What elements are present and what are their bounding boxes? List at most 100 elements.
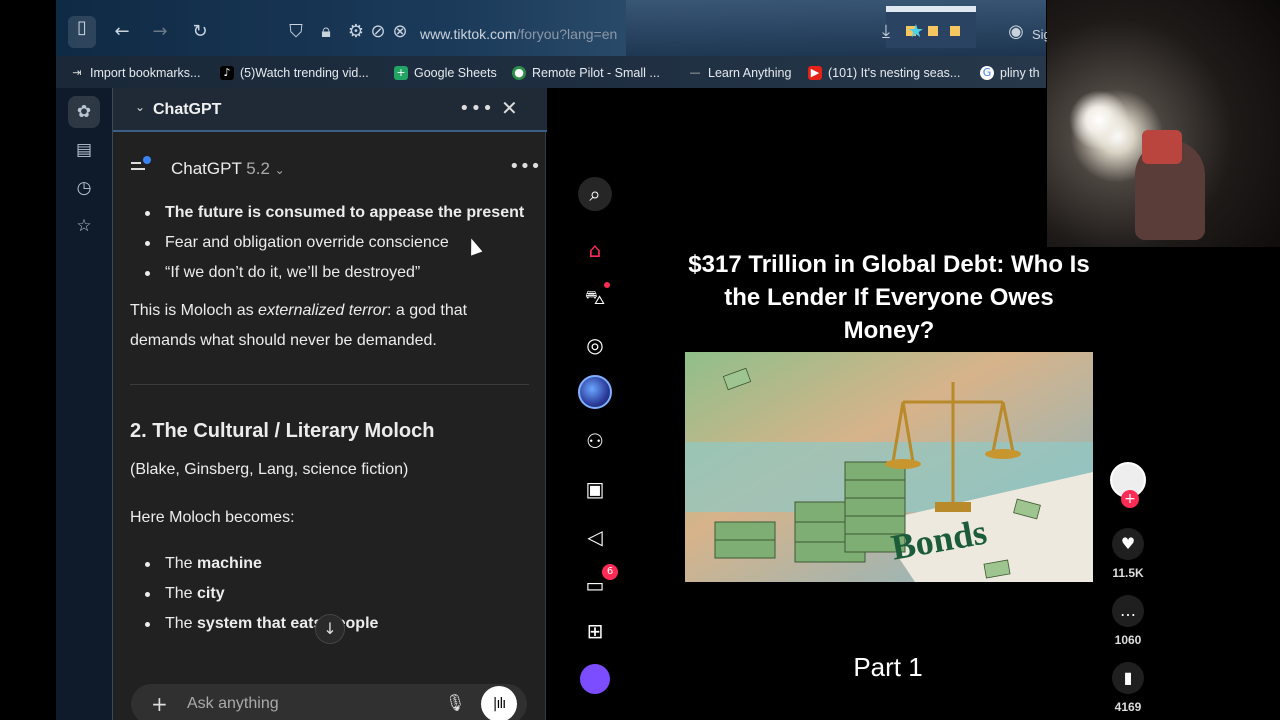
tiktok-favicon-icon: ♪ [220, 66, 234, 80]
divider [130, 384, 529, 385]
back-icon[interactable]: ← [110, 20, 134, 44]
bookmark-label: (5)Watch trending vid... [240, 66, 369, 80]
voice-mode-button[interactable]: |ılı [481, 686, 517, 720]
theme-house-graphic [886, 6, 976, 48]
following-icon[interactable]: ⚇ [578, 424, 612, 458]
sidebar-toggle-icon[interactable]: ▯ [68, 16, 96, 48]
mic-blocked-icon[interactable]: ⊗ [388, 20, 412, 44]
video-title: $317 Trillion in Global Debt: Who Is the… [688, 251, 1090, 344]
close-icon[interactable]: ✕ [501, 96, 518, 120]
add-attachment-icon[interactable]: + [151, 692, 168, 716]
bonds-illustration: Bonds [685, 352, 1093, 582]
chat-more-icon[interactable]: ••• [509, 156, 541, 177]
composer-input[interactable]: Ask anything [187, 695, 279, 713]
bookmark-learn-anything[interactable]: — Learn Anything [688, 64, 792, 82]
chatgpt-panel: ⌄ ChatGPT ••• ✕ ChatGPT 5.2 ⌄ ••• The fu… [112, 88, 547, 720]
creator-avatar[interactable]: + [1110, 462, 1146, 508]
extension-star-icon[interactable]: ★ [904, 20, 928, 44]
reader-icon[interactable]: ▤ [68, 134, 100, 166]
list-item-bold: system that eats people [197, 615, 379, 632]
bookmarks-bar: ⇥ Import bookmarks... ♪ (5)Watch trending … [56, 56, 1046, 88]
composer[interactable]: + Ask anything 🎙︎ |ılı [131, 684, 527, 720]
live-tv-icon[interactable]: ▣ [578, 472, 612, 506]
account-icon[interactable]: ◉ [1004, 20, 1028, 44]
browser-toolbar: ▯ ← → ↻ ⛉ 🔒︎ ⚙ ⊘ ⊗ www.tiktok.com/foryou… [56, 0, 1051, 56]
live-avatar-icon[interactable] [578, 375, 612, 409]
bookmark-tiktok[interactable]: ♪ (5)Watch trending vid... [220, 64, 369, 82]
list-item: The machine [113, 549, 547, 579]
like-action[interactable]: ♥ 11.5K [1108, 528, 1148, 580]
screen: ▯ ← → ↻ ⛉ 🔒︎ ⚙ ⊘ ⊗ www.tiktok.com/foryou… [0, 0, 1280, 720]
search-icon[interactable]: ⌕ [578, 177, 612, 211]
chatgpt-icon[interactable]: ✿ [68, 96, 100, 128]
upload-icon[interactable]: ⊞ [578, 614, 612, 648]
paragraph: (Blake, Ginsberg, Lang, science fiction) [130, 461, 409, 478]
bookmark-count: 4169 [1114, 700, 1142, 714]
bookmark-import[interactable]: ⇥ Import bookmarks... [70, 64, 200, 82]
list-item: The future is consumed to appease the pr… [113, 198, 547, 228]
scroll-to-bottom-button[interactable]: ↓ [315, 614, 345, 644]
panel-title[interactable]: ChatGPT [153, 101, 221, 119]
shop-icon[interactable]: ⛍ [578, 280, 612, 314]
microphone-icon[interactable]: 🎙︎ [445, 693, 465, 712]
url-path: /foryou?lang=en [516, 26, 618, 42]
url-bar[interactable]: www.tiktok.com/foryou?lang=en [420, 26, 617, 42]
explore-compass-icon[interactable]: ◎ [578, 328, 612, 362]
panel-more-icon[interactable]: ••• [459, 98, 494, 119]
bookmark-google[interactable]: Gpliny th [980, 64, 1040, 82]
bookmark-action[interactable]: ▮ 4169 [1108, 662, 1148, 714]
webcam-overlay [1047, 0, 1280, 247]
model-version: 5.2 [246, 159, 270, 178]
youtube-favicon-icon: ▶ [808, 66, 822, 80]
list-item-text: The [165, 615, 198, 632]
heart-icon[interactable]: ♥ [1112, 528, 1144, 560]
camera-blocked-icon[interactable]: ⊘ [366, 20, 390, 44]
send-icon[interactable]: ◁ [578, 520, 612, 554]
list-item: The city [113, 579, 547, 609]
follow-plus-icon[interactable]: + [1121, 490, 1139, 508]
tiktok-nav: ⌕ ⌂ ⛍ ◎ ⚇ ▣ ◁ ▭ 6 ⊞ [556, 88, 634, 720]
bookmark-label: Import bookmarks... [90, 66, 201, 80]
assistant-message: The future is consumed to appease the pr… [113, 198, 547, 668]
light-glare [1069, 90, 1129, 150]
home-icon[interactable]: ⌂ [578, 233, 612, 267]
permissions-icon[interactable]: ⚙ [344, 20, 368, 44]
video-caption: Part 1 [853, 652, 923, 682]
model-selector[interactable]: ChatGPT 5.2 ⌄ [171, 159, 285, 179]
comment-count: 1060 [1114, 633, 1142, 647]
red-cap [1142, 130, 1182, 164]
lock-icon[interactable]: 🔒︎ [314, 20, 338, 44]
chevron-down-icon[interactable]: ⌄ [135, 100, 145, 114]
profile-icon[interactable] [580, 664, 610, 694]
bookmark-remote-pilot[interactable]: ● Remote Pilot - Small ... [512, 64, 660, 82]
history-icon[interactable]: ◷ [68, 172, 100, 204]
inbox-icon[interactable]: ▭ 6 [578, 564, 618, 602]
download-icon[interactable]: ⤓ [874, 20, 898, 44]
list-item: Fear and obligation override conscience [113, 228, 547, 258]
list-item-text: The [165, 585, 198, 602]
model-row: ChatGPT 5.2 ⌄ ••• [113, 146, 547, 186]
sheets-favicon-icon: + [394, 66, 408, 80]
comment-action[interactable]: … 1060 [1108, 595, 1148, 647]
menu-icon[interactable] [131, 156, 153, 176]
bookmarks-star-icon[interactable]: ☆ [68, 210, 100, 242]
import-icon: ⇥ [72, 66, 82, 79]
reload-icon[interactable]: ↻ [188, 20, 212, 44]
shield-icon[interactable]: ⛉ [284, 20, 308, 44]
bookmark-icon[interactable]: ▮ [1112, 662, 1144, 694]
google-favicon-icon: G [980, 66, 994, 80]
comment-icon[interactable]: … [1112, 595, 1144, 627]
bookmark-sheets[interactable]: + Google Sheets [394, 64, 497, 82]
model-name: ChatGPT [171, 159, 242, 178]
url-domain: www.tiktok.com [420, 26, 517, 42]
bookmark-label: (101) It's nesting seas... [828, 66, 961, 80]
theme-background [626, 0, 1046, 56]
remote-pilot-favicon-icon: ● [512, 66, 526, 80]
chevron-down-icon: ⌄ [274, 163, 285, 177]
paragraph-emphasis: externalized terror [258, 302, 387, 319]
forward-icon[interactable]: → [148, 20, 172, 44]
desktop-edge [0, 0, 56, 720]
bookmark-youtube[interactable]: ▶ (101) It's nesting seas... [808, 64, 960, 82]
learn-favicon-icon: — [689, 66, 701, 79]
video-thumbnail[interactable]: Bonds [685, 352, 1093, 582]
